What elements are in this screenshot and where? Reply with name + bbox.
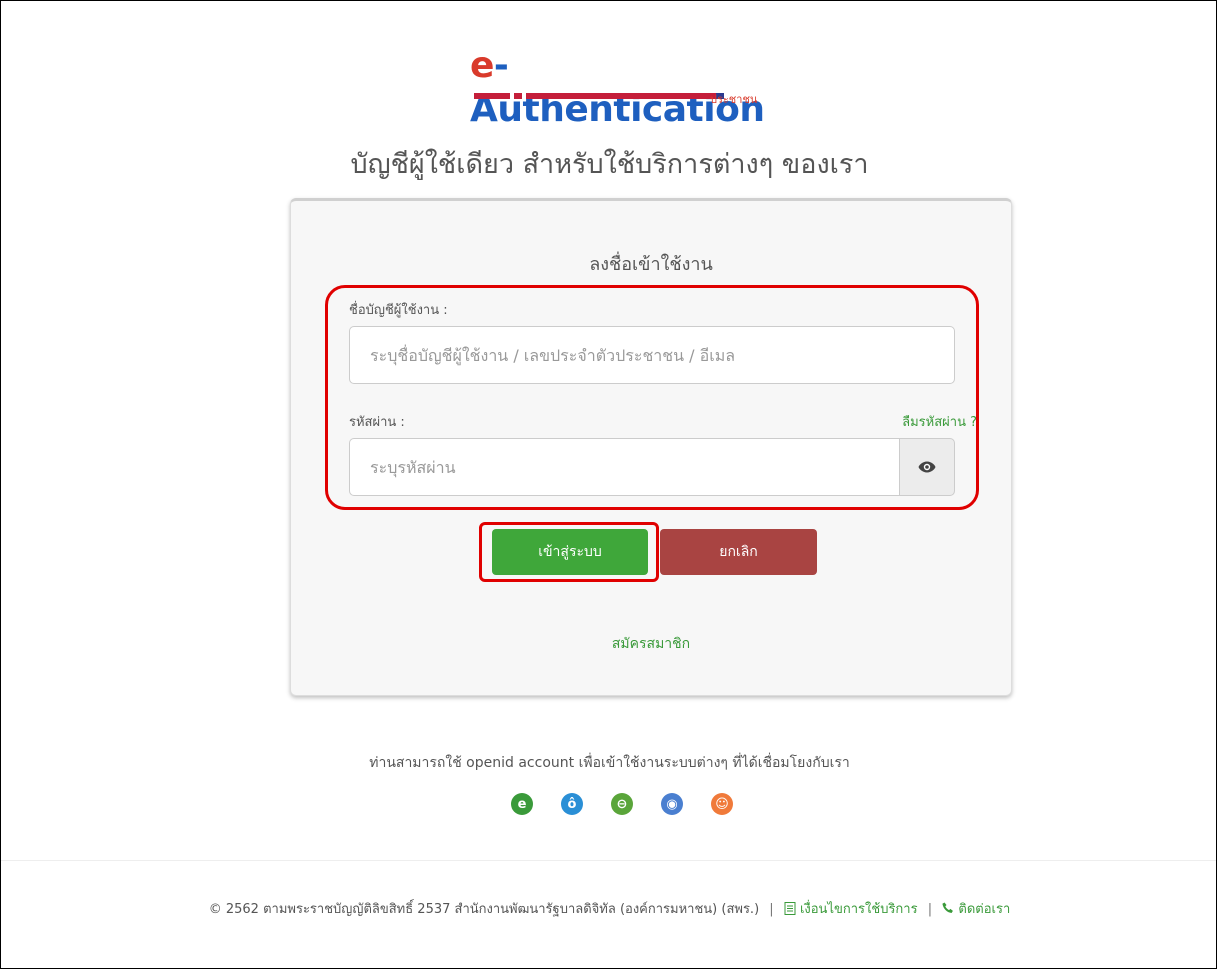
openid-description: ท่านสามารถใช้ openid account เพื่อเข้าใช… (369, 755, 850, 771)
logo-bar (526, 93, 716, 99)
e-icon[interactable]: e (511, 793, 533, 815)
footer-separator: | (927, 902, 933, 917)
logo-authentication-text: -Authentication (470, 45, 765, 130)
water-drop-icon[interactable]: ô (561, 793, 583, 815)
logo-e-letter: e (470, 45, 494, 86)
page-tagline: บัญชีผู้ใช้เดียว สำหรับใช้บริการต่างๆ ขอ… (350, 149, 869, 180)
cancel-button[interactable]: ยกเลิก (660, 529, 817, 575)
e-authentication-logo: e-Authentication ประชาชน (470, 44, 790, 130)
seal-icon[interactable]: ☺ (711, 793, 733, 815)
circle-symbol-icon[interactable]: ⊖ (611, 793, 633, 815)
login-title: ลงชื่อเข้าใช้งาน (589, 254, 713, 275)
phone-icon (942, 902, 958, 917)
logo-subtitle: ประชาชน (710, 93, 758, 106)
contact-link-label: ติดต่อเรา (958, 902, 1011, 917)
footer: © 2562 ตามพระราชบัญญัติลิขสิทธิ์ 2537 สำ… (0, 898, 1219, 919)
username-input[interactable] (349, 326, 955, 384)
footer-separator: | (769, 902, 774, 917)
logo-bar (474, 93, 510, 99)
globe-icon[interactable]: ◉ (661, 793, 683, 815)
logo-wordmark: e-Authentication (470, 44, 790, 132)
terms-link[interactable]: เงื่อนไขการใช้บริการ (784, 902, 922, 917)
password-input[interactable] (349, 438, 899, 496)
forgot-password-link[interactable]: ลืมรหัสผ่าน ? (902, 411, 977, 432)
contact-link[interactable]: ติดต่อเรา (942, 902, 1010, 917)
footer-divider (1, 860, 1216, 861)
openid-provider-list: e ô ⊖ ◉ ☺ (462, 793, 782, 823)
login-card: ลงชื่อเข้าใช้งาน ชื่อบัญชีผู้ใช้งาน : รห… (290, 198, 1012, 696)
register-link[interactable]: สมัครสมาชิก (291, 633, 1011, 655)
logo-bar (514, 93, 522, 99)
password-label: รหัสผ่าน : (349, 415, 405, 430)
terms-link-label: เงื่อนไขการใช้บริการ (799, 902, 918, 917)
username-label: ชื่อบัญชีผู้ใช้งาน : (349, 303, 448, 318)
document-icon (784, 902, 800, 917)
copyright-text: © 2562 ตามพระราชบัญญัติลิขสิทธิ์ 2537 สำ… (208, 902, 760, 917)
show-password-button[interactable] (899, 438, 955, 496)
login-button[interactable]: เข้าสู่ระบบ (492, 529, 648, 575)
eye-icon (918, 458, 936, 477)
